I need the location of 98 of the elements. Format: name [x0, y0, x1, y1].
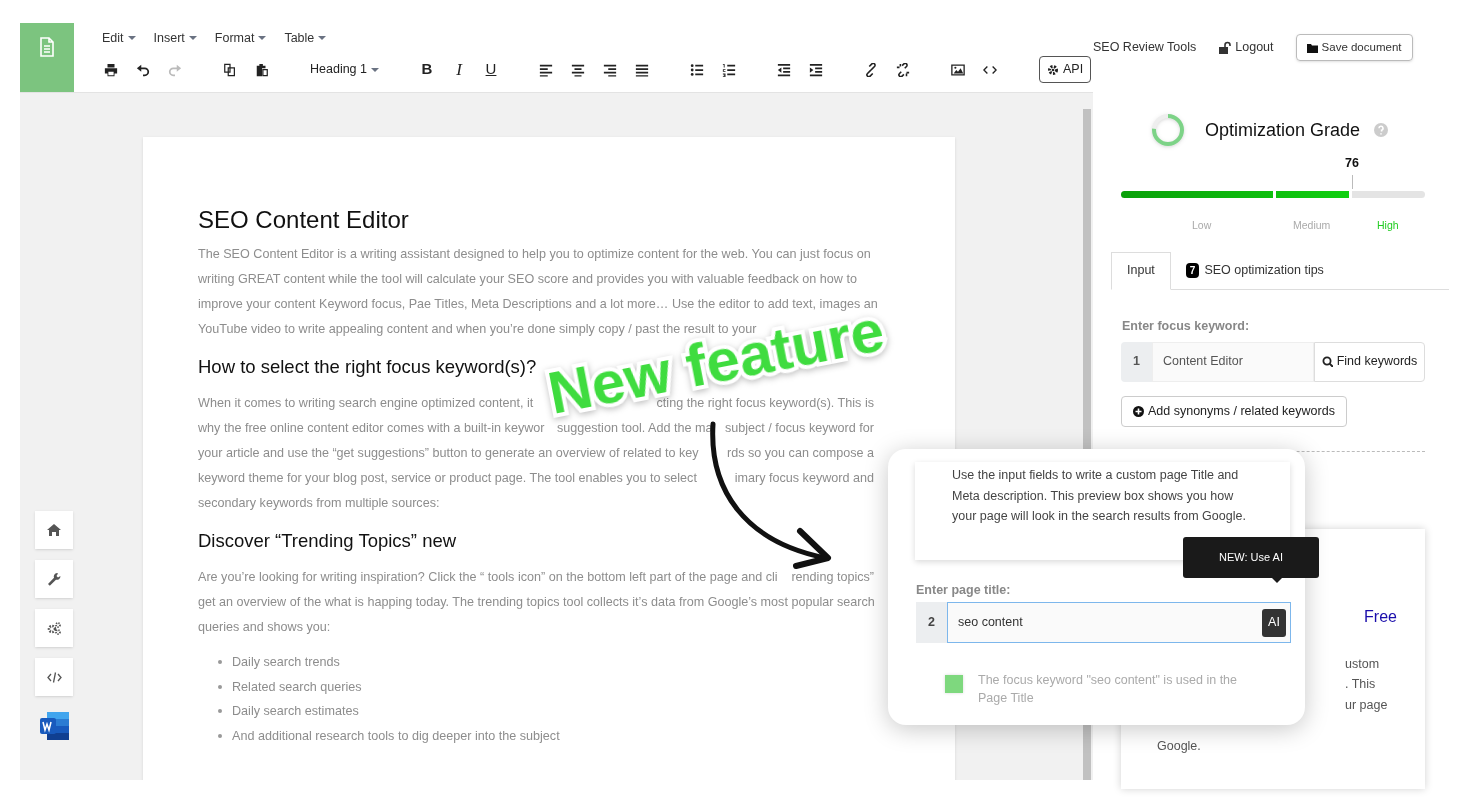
bullet-icon	[218, 733, 222, 738]
bold-button[interactable]: B	[416, 56, 438, 83]
bullet-icon	[218, 660, 222, 665]
input-index: 1	[1121, 341, 1152, 382]
count-badge: 7	[1185, 263, 1200, 279]
tab[interactable]: Input	[1111, 251, 1171, 290]
ai-button[interactable]: AI	[1262, 608, 1286, 637]
paragraph-text: keyword theme for your blog post, service or product page. The tool enables you to select	[198, 470, 697, 487]
paragraph-text: rds so you can compose a	[727, 445, 874, 462]
code-button[interactable]	[35, 658, 73, 696]
keyword-input[interactable]: Content Editor	[1152, 341, 1314, 382]
paragraph-text: queries and shows you:	[198, 620, 331, 634]
grade-band-label: Low	[1191, 218, 1213, 233]
align-left-icon	[539, 62, 553, 77]
input-index: 2	[916, 602, 947, 643]
preview-description: Use the input fields to write a custom page Title and Meta description. This preview box shows you how your page will look in the search results from Google.	[952, 467, 1247, 525]
menu-item[interactable]: Format	[214, 29, 267, 48]
outdent-icon	[777, 62, 791, 77]
copy-icon	[223, 62, 237, 77]
home-button[interactable]	[35, 511, 73, 549]
unlocked-padlock-icon	[1218, 41, 1232, 54]
field-label: Enter focus keyword:	[1122, 317, 1251, 335]
italic-button[interactable]: I	[448, 56, 470, 83]
plus-circle-icon	[1133, 405, 1144, 417]
logout-link[interactable]: Logout	[1218, 38, 1274, 57]
paragraph-text: improve your content Keyword focus, Pae Titles, Meta Descriptions and a lot more… Use the editor to add text, images an	[198, 297, 878, 311]
score-marker	[1352, 175, 1354, 189]
justify-icon	[635, 62, 649, 77]
check-text: The focus keyword "seo content" is used in the Page Title	[978, 672, 1238, 707]
broken-link-icon	[896, 62, 910, 77]
list-item-text: And additional research tools to dig deeper into the subject	[232, 727, 560, 745]
tab[interactable]: 7 SEO optimization tips	[1170, 251, 1339, 290]
undo-icon	[136, 62, 150, 77]
paragraph-text: The SEO Content Editor is a writing assistant designed to help you to optimize content for the web. You can just focus on	[198, 247, 871, 261]
document-icon	[38, 37, 56, 57]
redo-icon	[168, 62, 182, 77]
wrench-button[interactable]	[35, 560, 73, 598]
menu-item[interactable]: Edit	[102, 29, 136, 48]
grade-band-label: High	[1376, 218, 1400, 233]
menu-item[interactable]: Table	[284, 29, 327, 48]
grade-score: 76	[1345, 155, 1359, 173]
paragraph-text: secondary keywords from multiple sources:	[198, 496, 440, 510]
save-button[interactable]: Save document	[1295, 34, 1413, 61]
list-item-text: Daily search trends	[232, 654, 340, 671]
paragraph-text: why the free online content editor comes with a built-in keywor	[198, 420, 545, 437]
preview-text: ur page	[1345, 696, 1388, 714]
menu-item[interactable]: Insert	[153, 29, 197, 48]
paragraph-text: get an overview of the what is happing today. The trending topics tool collects it’s data from Google’s most popular search	[198, 595, 875, 609]
wrench-icon	[46, 571, 62, 587]
grade-band-label: Medium	[1292, 218, 1332, 233]
list-item-text: Related search queries	[232, 678, 362, 696]
numbered-list-icon	[722, 62, 736, 77]
heading-select[interactable]: Heading 1	[306, 56, 383, 83]
progress-ring-icon	[1150, 112, 1186, 148]
paragraph-text: rending topics”	[791, 569, 874, 586]
api-button[interactable]: API	[1039, 56, 1092, 83]
brand-link[interactable]: SEO Review Tools	[1093, 38, 1197, 57]
paragraph-text: Are you’re looking for writing inspiration? Click the “ tools icon” on the bottom left part of the page and cli	[198, 569, 778, 586]
search-icon	[1321, 356, 1333, 367]
image-icon	[951, 62, 965, 77]
bullet-icon	[218, 709, 222, 714]
word-logo-icon	[37, 710, 71, 742]
align-right-icon	[603, 62, 617, 77]
bullet-list-icon	[690, 62, 704, 77]
link-icon	[864, 62, 878, 77]
caret-icon	[127, 36, 136, 41]
add-synonyms-button[interactable]: Add synonyms / related keywords	[1121, 395, 1347, 427]
caret-icon	[318, 36, 327, 41]
caret-icon	[188, 36, 197, 41]
paragraph-text: your article and use the “get suggestions” button to generate an overview of related to key	[198, 445, 699, 462]
align-center-icon	[571, 62, 585, 77]
paragraph-text: writing GREAT content while the tool will calculate your SEO score and provides you with valuable feedback on how to	[198, 272, 857, 286]
print-icon	[104, 62, 118, 77]
caret-icon	[258, 36, 267, 41]
grade-title: Optimization Grade	[1205, 118, 1361, 142]
folder-icon	[1306, 42, 1318, 53]
preview-text: ustom	[1345, 655, 1380, 673]
field-label: Enter page title:	[916, 582, 1011, 599]
paragraph-text: imary focus keyword and	[734, 470, 874, 487]
document-heading: SEO Content Editor	[198, 205, 410, 235]
code-icon	[46, 669, 62, 685]
indent-icon	[809, 62, 823, 77]
document-subheading: Discover “Trending Topics” new	[198, 529, 458, 553]
preview-text: . This	[1345, 676, 1376, 693]
bullet-icon	[218, 684, 222, 689]
caret-icon	[371, 67, 379, 72]
help-icon	[1374, 123, 1389, 137]
page-title-input[interactable]: seo content AI	[947, 602, 1291, 643]
gear-icon	[1047, 63, 1059, 76]
paragraph-text: When it comes to writing search engine optimized content, it	[198, 395, 534, 412]
tooltip-pointer-icon	[1272, 578, 1282, 583]
find-keywords-button[interactable]: Find keywords	[1314, 341, 1425, 382]
underline-button[interactable]: U	[480, 56, 502, 83]
paste-icon	[255, 62, 269, 77]
preview-text: Google.	[1157, 737, 1201, 755]
list-item-text: Daily search estimates	[232, 703, 359, 720]
paragraph-text: subject / focus keyword for	[724, 420, 874, 437]
home-icon	[46, 522, 62, 538]
